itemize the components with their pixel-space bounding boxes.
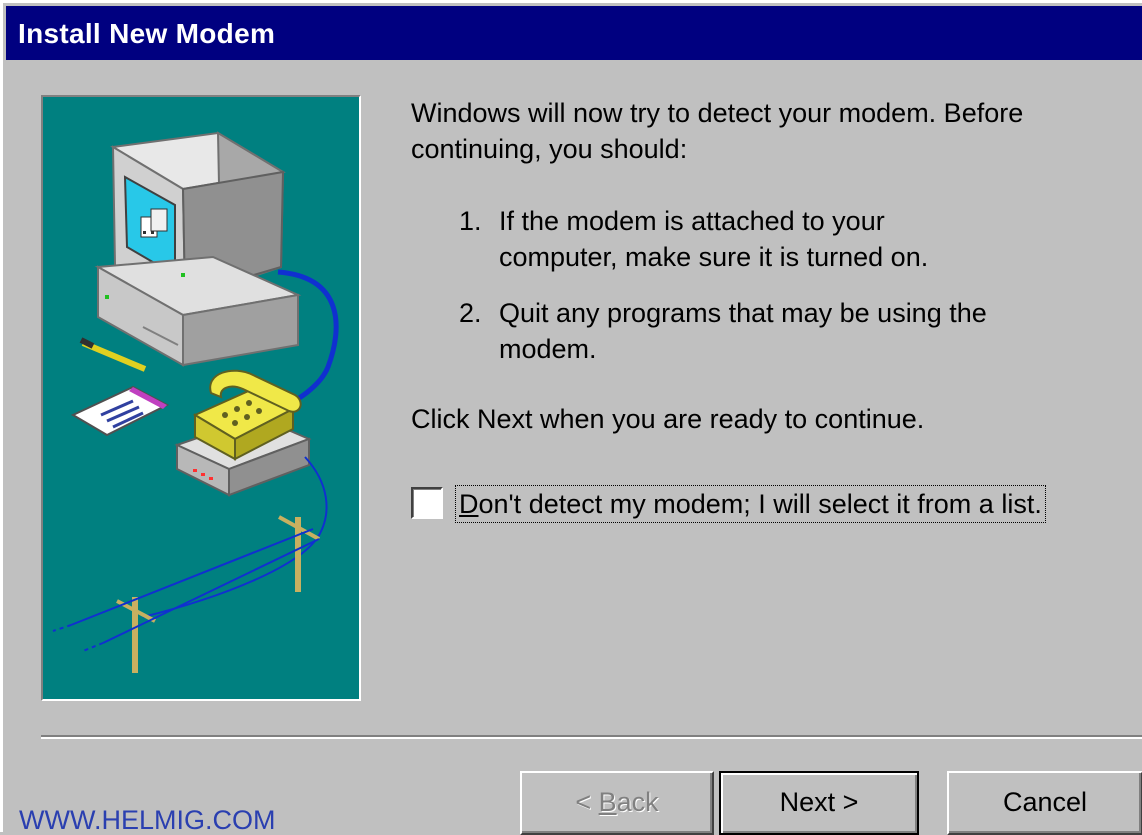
- dont-detect-modem-checkbox[interactable]: [411, 487, 443, 519]
- back-button-accelerator: B: [598, 787, 617, 817]
- watermark-text: WWW.HELMIG.COM: [19, 805, 276, 835]
- back-button[interactable]: < Back: [520, 771, 714, 835]
- step-1-line-2: computer, make sure it is turned on.: [499, 242, 929, 272]
- checkbox-accelerator: D: [459, 489, 479, 519]
- install-new-modem-dialog: Install New Modem Windows will now try t…: [0, 0, 1142, 835]
- step-1-number: 1.: [459, 206, 482, 236]
- back-button-prefix: <: [575, 787, 599, 817]
- step-2-number: 2.: [459, 298, 482, 328]
- checkbox-label-text: on't detect my modem; I will select it f…: [478, 489, 1042, 519]
- dont-detect-modem-label[interactable]: Don't detect my modem; I will select it …: [455, 485, 1046, 523]
- intro-text-line-1: Windows will now try to detect your mode…: [411, 98, 1024, 128]
- step-1-line-1: If the modem is attached to your: [499, 206, 885, 236]
- step-2-line-2: modem.: [499, 334, 597, 364]
- modem-wizard-picture: [52, 131, 339, 673]
- back-button-rest: ack: [616, 787, 659, 817]
- title-bar[interactable]: Install New Modem: [6, 6, 1142, 60]
- computer-illustration: [94, 131, 302, 367]
- next-button[interactable]: Next >: [719, 771, 919, 835]
- step-2-line-1: Quit any programs that may be using the: [499, 298, 987, 328]
- instruction-text: Click Next when you are ready to continu…: [411, 404, 925, 434]
- wizard-illustration: [41, 95, 361, 701]
- window-title: Install New Modem: [18, 18, 276, 49]
- intro-text-line-2: continuing, you should:: [411, 134, 688, 164]
- notepad-icon: [70, 385, 170, 437]
- separator-highlight: [41, 737, 1142, 739]
- pencil-icon: [79, 337, 147, 372]
- cancel-button[interactable]: Cancel: [947, 771, 1142, 835]
